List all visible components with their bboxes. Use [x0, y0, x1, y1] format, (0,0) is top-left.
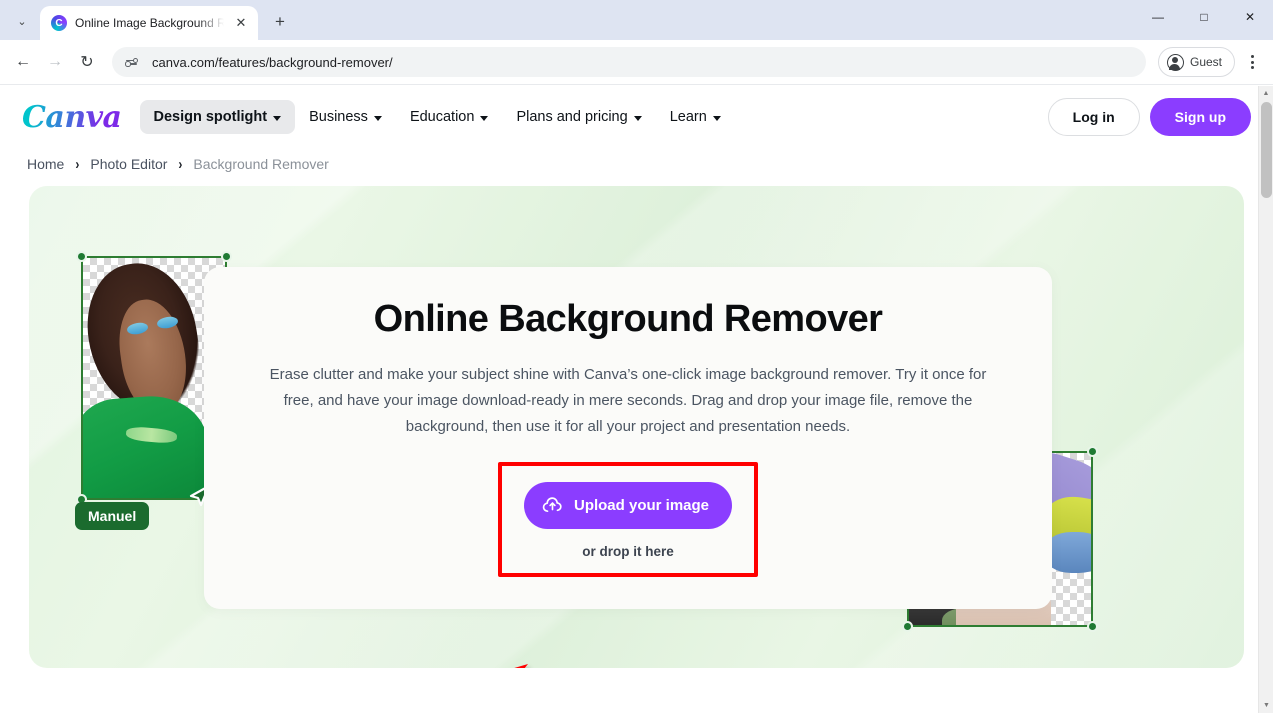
- chevron-down-icon: [633, 115, 642, 121]
- nav-label: Design spotlight: [153, 109, 268, 125]
- chevron-right-icon: ›: [75, 155, 80, 173]
- page-title: Online Background Remover: [373, 298, 883, 340]
- nav-item-plans-and-pricing[interactable]: Plans and pricing: [502, 100, 655, 134]
- browser-tab[interactable]: C Online Image Background Re ✕: [40, 6, 258, 40]
- nav-label: Business: [309, 109, 368, 125]
- annotation-arrow: [514, 664, 528, 668]
- breadcrumb-item-home[interactable]: Home: [27, 156, 64, 172]
- new-tab-button[interactable]: +: [266, 8, 294, 36]
- resize-handle-top-right[interactable]: [221, 251, 232, 262]
- back-icon[interactable]: ←: [8, 47, 38, 77]
- canva-logo[interactable]: Canva: [22, 100, 122, 135]
- nav-item-design-spotlight[interactable]: Design spotlight: [139, 100, 296, 134]
- breadcrumb-item-photo-editor[interactable]: Photo Editor: [90, 156, 167, 172]
- nav-item-learn[interactable]: Learn: [656, 100, 735, 134]
- chevron-down-icon: [273, 115, 282, 121]
- drop-hint-text: or drop it here: [582, 544, 674, 559]
- nav-label: Learn: [669, 109, 707, 125]
- chevron-down-icon: [712, 115, 721, 121]
- hero-section: Manuel Online Background Remover Erase c…: [29, 186, 1244, 668]
- resize-handle-bottom-right[interactable]: [1087, 621, 1098, 632]
- chevron-right-icon: ›: [178, 155, 183, 173]
- hero-card: Online Background Remover Erase clutter …: [204, 267, 1052, 609]
- forward-icon[interactable]: →: [40, 47, 70, 77]
- close-window-icon[interactable]: ✕: [1227, 0, 1273, 34]
- resize-handle-top-left[interactable]: [76, 251, 87, 262]
- log-in-button[interactable]: Log in: [1047, 98, 1140, 136]
- resize-handle-top-right[interactable]: [1087, 446, 1098, 457]
- cloud-upload-icon: [542, 497, 562, 513]
- tab-title: Online Image Background Re: [75, 16, 224, 30]
- page-content: Canva Design spotlight Business Educatio…: [0, 86, 1273, 713]
- chevron-down-icon: [373, 115, 382, 121]
- tab-search-chevron-icon[interactable]: ⌄: [8, 7, 36, 35]
- scroll-down-icon[interactable]: ▼: [1259, 698, 1273, 713]
- canva-favicon-icon: C: [51, 15, 67, 31]
- nav-auth-actions: Log in Sign up: [1047, 98, 1251, 136]
- breadcrumb: Home › Photo Editor › Background Remover: [0, 148, 1273, 186]
- nav-label: Education: [409, 109, 475, 125]
- address-bar[interactable]: canva.com/features/background-remover/: [112, 47, 1146, 77]
- nav-item-business[interactable]: Business: [295, 100, 396, 134]
- site-settings-icon[interactable]: [125, 54, 142, 70]
- browser-window: ⌄ C Online Image Background Re ✕ + — □ ✕…: [0, 0, 1273, 713]
- nav-label: Plans and pricing: [516, 109, 628, 125]
- profile-button[interactable]: Guest: [1157, 47, 1235, 77]
- upload-your-image-button[interactable]: Upload your image: [523, 482, 733, 529]
- scroll-up-icon[interactable]: ▲: [1259, 86, 1273, 101]
- reload-icon[interactable]: ↻: [72, 47, 102, 77]
- scrollbar-thumb[interactable]: [1261, 102, 1272, 198]
- page-scrollbar[interactable]: ▲ ▼: [1258, 86, 1273, 713]
- address-bar-url: canva.com/features/background-remover/: [152, 54, 393, 70]
- chevron-down-icon: [480, 115, 489, 121]
- sign-up-button[interactable]: Sign up: [1149, 98, 1251, 136]
- tab-strip: ⌄ C Online Image Background Re ✕ + — □ ✕: [0, 0, 1273, 40]
- upload-button-label: Upload your image: [573, 497, 710, 514]
- collaborator-label-manuel: Manuel: [75, 502, 150, 530]
- tab-close-icon[interactable]: ✕: [232, 14, 250, 32]
- nav-item-education[interactable]: Education: [396, 100, 503, 134]
- avatar-icon: [1166, 53, 1184, 71]
- breadcrumb-item-background-remover: Background Remover: [193, 156, 329, 172]
- upload-dropzone-highlight[interactable]: Upload your image or drop it here: [497, 462, 759, 577]
- hero-subtitle: Erase clutter and make your subject shin…: [269, 366, 987, 435]
- minimize-icon[interactable]: —: [1135, 0, 1181, 34]
- window-controls: — □ ✕: [1135, 0, 1273, 40]
- maximize-icon[interactable]: □: [1181, 0, 1227, 34]
- browser-toolbar: ← → ↻ canva.com/features/background-remo…: [0, 40, 1273, 85]
- browser-menu-icon[interactable]: [1239, 47, 1265, 77]
- site-navigation: Canva Design spotlight Business Educatio…: [0, 86, 1273, 148]
- profile-label: Guest: [1189, 55, 1222, 69]
- resize-handle-bottom-left[interactable]: [902, 621, 913, 632]
